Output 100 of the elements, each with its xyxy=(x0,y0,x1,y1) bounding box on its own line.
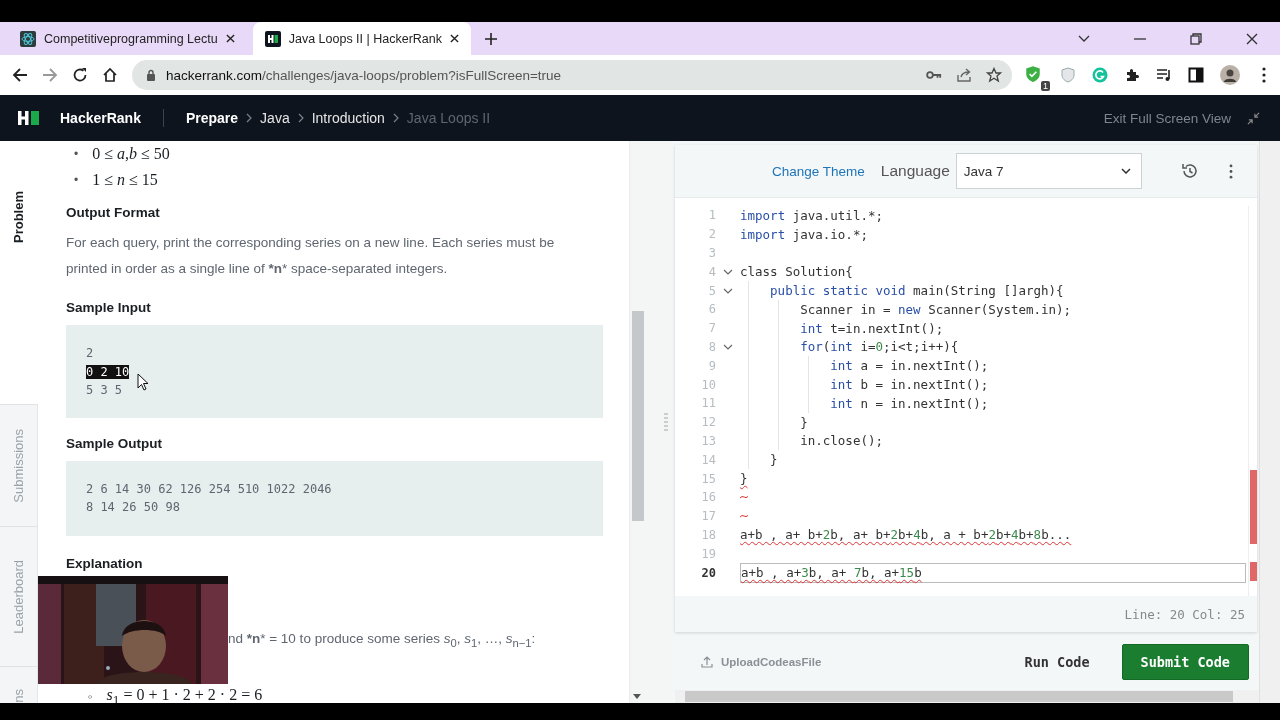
change-theme-link[interactable]: Change Theme xyxy=(772,163,865,179)
share-icon[interactable] xyxy=(956,67,972,83)
new-tab-icon[interactable] xyxy=(485,32,498,45)
line-number: 2 xyxy=(707,227,716,242)
sample-line: 2 6 14 30 62 126 254 510 1022 2046 xyxy=(85,481,332,496)
series-item: s$_{1}$ = 0 + 1 · 2 + 2 · 2 = 6 xyxy=(106,685,263,703)
breadcrumb-link[interactable]: Prepare xyxy=(185,110,239,126)
side-tab[interactable]: Problem xyxy=(11,191,27,243)
close-icon[interactable] xyxy=(225,34,235,43)
history-icon[interactable] xyxy=(1181,162,1199,180)
line-number: 17 xyxy=(700,509,716,524)
puzzle-icon[interactable] xyxy=(1124,67,1140,83)
hackerrank-logo-icon xyxy=(264,30,281,47)
brand-name[interactable]: HackerRank xyxy=(60,110,141,126)
line-number: 9 xyxy=(707,358,716,373)
collapse-icon[interactable] xyxy=(1247,111,1260,125)
close-icon[interactable] xyxy=(1246,32,1258,45)
home-icon[interactable] xyxy=(102,67,118,83)
sample-line: 8 14 26 50 98 xyxy=(85,500,180,515)
language-label: Language xyxy=(880,162,950,180)
line-number: 19 xyxy=(700,546,716,561)
chevron-right-icon xyxy=(246,113,253,123)
resize-handle-icon[interactable] xyxy=(664,412,668,432)
code-line: } xyxy=(740,471,748,487)
scroll-down-arrow-icon[interactable] xyxy=(633,694,642,699)
breadcrumb-link[interactable]: Java xyxy=(260,110,290,126)
cursor-position: Line: 20 Col: 25 xyxy=(1124,606,1245,622)
caret-icon xyxy=(1120,168,1131,174)
scrollbar-thumb[interactable] xyxy=(685,691,1233,702)
code-line: in.close(); xyxy=(800,433,883,449)
more-vertical-icon[interactable] xyxy=(1229,163,1233,179)
error-marker xyxy=(1250,562,1257,581)
constraint-item: 1 ≤ n ≤ 15 xyxy=(92,170,158,190)
code-line: a+b , a+ b+2b, a+ b+2b+4b, a + b+2b+4b+8b... xyxy=(740,527,1072,543)
section-heading: Explanation xyxy=(65,555,144,571)
line-number: 7 xyxy=(707,321,716,336)
submit-code-button[interactable]: Submit Code xyxy=(1121,644,1249,681)
line-number: 14 xyxy=(700,452,716,467)
line-number: 11 xyxy=(700,396,716,411)
line-number: 3 xyxy=(707,246,716,260)
sample-line: 2 xyxy=(85,346,94,360)
code-line: int t=in.nextInt(); xyxy=(800,320,944,336)
bullet: • xyxy=(73,172,79,189)
line-number: 12 xyxy=(700,415,716,430)
address-bar[interactable]: hackerrank.com/challenges/java-loops/problem?isFullScreen=true xyxy=(132,60,1012,90)
code-line: } xyxy=(800,414,808,430)
hackerrank-logo-icon[interactable] xyxy=(18,110,40,126)
code-line: public static void main(String []argh){ xyxy=(770,283,1064,299)
browser-tab[interactable]: Java Loops II | HackerRank xyxy=(252,22,472,55)
line-number: 10 xyxy=(700,377,716,392)
reload-icon[interactable] xyxy=(72,67,88,83)
url-text: hackerrank.com/challenges/java-loops/problem?isFullScreen=true xyxy=(166,67,562,83)
paragraph: nd *n* = 10 to produce some series s$_{0}$, s$_{1}$, …, s$_{n−1}$: xyxy=(226,629,537,651)
code-line: int a = in.nextInt(); xyxy=(830,358,989,374)
code-line: a+b , a+3b, a+ 7b, a+15b xyxy=(741,565,922,581)
line-number: 15 xyxy=(700,471,716,486)
line-number: 16 xyxy=(700,490,716,505)
language-dropdown[interactable]: Java 7 xyxy=(955,153,1142,189)
close-icon[interactable] xyxy=(450,34,460,43)
code-line: } xyxy=(770,452,778,468)
atom-icon xyxy=(20,30,36,47)
code-line: Scanner in = new Scanner(System.in); xyxy=(800,301,1072,317)
code-line: int n = in.nextInt(); xyxy=(830,395,989,411)
code-line: import java.io.*; xyxy=(740,226,868,242)
bullet: ◦ xyxy=(87,689,93,703)
fold-chevron-icon[interactable] xyxy=(723,268,733,275)
back-arrow-icon[interactable] xyxy=(12,67,28,83)
line-number: 6 xyxy=(707,302,716,317)
section-heading: Sample Output xyxy=(65,435,163,451)
media-queue-icon[interactable] xyxy=(1156,67,1172,83)
sidebar-icon[interactable] xyxy=(1188,67,1204,83)
mouse-cursor-icon xyxy=(136,373,149,391)
section-heading: Sample Input xyxy=(65,300,152,315)
chevron-right-icon xyxy=(392,113,399,123)
breadcrumb-link[interactable]: Introduction xyxy=(311,110,385,126)
code-line: for(int i=0;i<t;i++){ xyxy=(800,339,959,355)
sample-line: 5 3 5 xyxy=(85,383,123,398)
star-icon[interactable] xyxy=(986,67,1002,83)
chevron-right-icon xyxy=(297,113,304,123)
forward-arrow-icon[interactable] xyxy=(42,67,58,83)
code-line: class Solution{ xyxy=(740,264,853,280)
shield-extension-icon[interactable] xyxy=(1024,65,1042,83)
code-line: int b = in.nextInt(); xyxy=(830,377,989,393)
scrollbar-thumb[interactable] xyxy=(632,311,645,521)
line-number: 8 xyxy=(707,339,716,354)
fold-chevron-icon[interactable] xyxy=(723,343,733,350)
fold-chevron-icon[interactable] xyxy=(723,287,733,294)
line-number: 1 xyxy=(707,208,716,223)
line-number: 20 xyxy=(700,565,716,580)
constraint-item: 0 ≤ a,b ≤ 50 xyxy=(92,144,170,164)
browser-tab[interactable]: Competitiveprogramming Lectu xyxy=(8,22,247,55)
line-number: 4 xyxy=(707,264,716,279)
bullet: • xyxy=(73,146,79,163)
avatar-icon[interactable] xyxy=(1220,65,1240,85)
exit-fullscreen-link[interactable]: Exit Full Screen View xyxy=(1103,110,1231,126)
restore-icon[interactable] xyxy=(1190,32,1202,45)
notification-count: 1 xyxy=(1041,81,1050,91)
lock-icon xyxy=(146,69,156,81)
line-number: 18 xyxy=(700,527,716,542)
section-heading: Output Format xyxy=(65,205,161,220)
